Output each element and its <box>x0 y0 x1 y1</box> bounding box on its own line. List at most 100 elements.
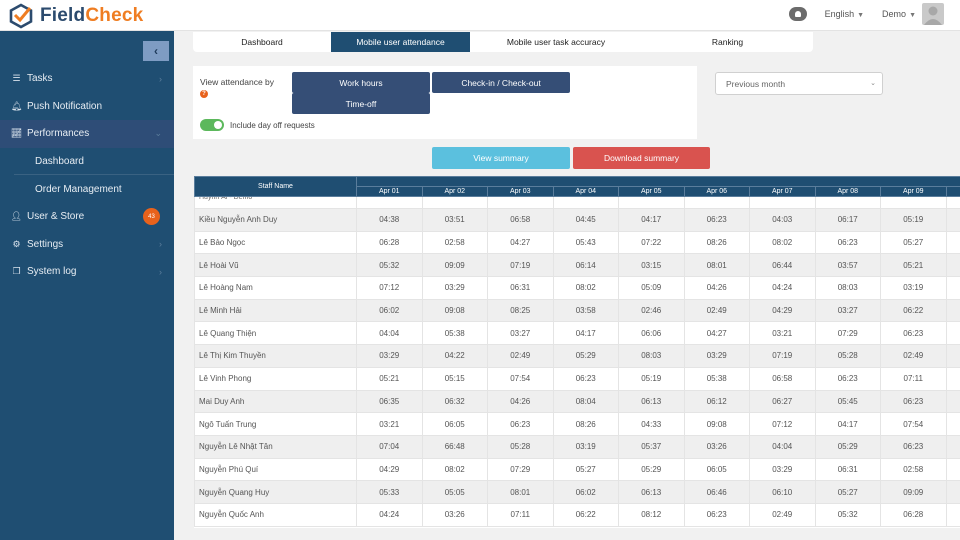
view-summary-button[interactable]: View summary <box>432 147 570 169</box>
sidebar-item-label: Push Notification <box>27 100 103 112</box>
brand-name: FieldCheck <box>40 5 144 26</box>
work-hours-cell: 66:48 <box>421 434 488 459</box>
table-row[interactable]: Lê Thị Kim Thuyền 03:29 04:22 02:49 05:29 08:… <box>194 344 960 368</box>
sidebar-subitem-order-management[interactable]: Order Management <box>0 175 174 203</box>
date-column-header[interactable]: Apr 02 <box>421 186 488 197</box>
attendance-cell <box>814 196 881 209</box>
work-hours-cell: 02:45 <box>945 389 960 414</box>
work-hours-cell: 04:27 <box>487 230 554 255</box>
sidebar-item-push-notification[interactable]: 🔔︎ Push Notification <box>0 93 174 121</box>
table-row[interactable]: Ngô Tuấn Trung 03:21 06:05 06:23 08:26 04:33 0… <box>194 412 960 436</box>
tab-mobile-user-task-accuracy[interactable]: Mobile user task accuracy <box>470 32 642 52</box>
date-column-header[interactable]: Apr 03 <box>487 186 554 197</box>
avatar[interactable] <box>922 3 944 25</box>
work-hours-cell: 07:12 <box>356 276 423 300</box>
date-column-header[interactable]: Apr 05 <box>618 186 685 197</box>
fieldcheck-logo[interactable]: FieldCheck <box>8 3 143 29</box>
staff-name-cell: Nguyễn Quang Huy <box>194 480 357 504</box>
sidebar-item-user-store[interactable]: 👤︎ User & Store 43 <box>0 203 174 231</box>
check-in-check-out-button[interactable]: Check-in / Check-out <box>432 72 570 93</box>
work-hours-button[interactable]: Work hours <box>292 72 430 93</box>
work-hours-cell: 05:27 <box>814 480 881 504</box>
help-icon[interactable]: ? <box>200 90 208 98</box>
work-hours-cell: 08:26 <box>552 412 619 436</box>
work-hours-cell: 03:27 <box>487 321 554 346</box>
staff-name-header[interactable]: Staff Name <box>194 176 357 197</box>
table-row[interactable]: Nguyễn Lê Nhật Tân 07:04 66:48 05:28 03:19 05… <box>194 434 960 459</box>
period-select[interactable]: Previous month ⌄ <box>715 72 883 95</box>
work-hours-cell: 08:12 <box>618 502 685 527</box>
date-column-header[interactable]: Apr 08 <box>814 186 881 197</box>
staff-name-cell: Lê Bảo Ngọc <box>194 230 357 255</box>
work-hours-cell: 06:05 <box>421 412 488 436</box>
table-row[interactable]: Nguyễn Quốc Anh 04:24 03:26 07:11 06:22 08:12… <box>194 502 960 527</box>
work-hours-cell: 06:23 <box>552 366 619 391</box>
work-hours-cell: 06:23 <box>487 412 554 436</box>
work-hours-cell: 04:24 <box>356 502 423 527</box>
sidebar-item-label: Tasks <box>27 73 53 85</box>
date-group-header <box>356 176 960 187</box>
staff-name-cell: Lê Minh Hải <box>194 298 357 323</box>
tab-mobile-user-attendance[interactable]: Mobile user attendance <box>331 32 470 52</box>
work-hours-cell: 08:03 <box>618 344 685 368</box>
work-hours-cell: 07:22 <box>618 230 685 255</box>
work-hours-cell: 07:12 <box>749 412 816 436</box>
work-hours-cell: 03:17 <box>945 344 960 368</box>
work-hours-cell: 05:33 <box>356 480 423 504</box>
include-day-off-toggle[interactable] <box>200 119 224 131</box>
sidebar-item-performances[interactable]: 📈︎ Performances ⌄ <box>0 120 174 148</box>
work-hours-cell: 05:29 <box>618 457 685 482</box>
download-summary-button[interactable]: Download summary <box>573 147 710 169</box>
user-menu[interactable]: Demo ▼ <box>882 9 916 19</box>
date-column-header[interactable]: Apr 01 <box>356 186 423 197</box>
work-hours-cell: 05:19 <box>618 366 685 391</box>
date-column-header[interactable]: Apr 04 <box>552 186 619 197</box>
staff-name-cell: Nguyễn Quốc Anh <box>194 502 357 527</box>
include-day-off-label: Include day off requests <box>230 121 315 130</box>
date-column-header[interactable]: Apr 07 <box>749 186 816 197</box>
attendance-cell <box>749 196 816 209</box>
date-column-header[interactable]: Apr 06 <box>683 186 750 197</box>
table-row[interactable]: Lê Quang Thiện 04:04 05:38 03:27 04:17 06:06 0… <box>194 321 960 346</box>
caret-down-icon: ▼ <box>857 12 865 19</box>
language-selector[interactable]: English ▼ <box>825 9 864 19</box>
work-hours-cell: 06:23 <box>945 230 960 255</box>
table-row[interactable]: Lê Hoài Vũ 05:32 09:09 07:19 06:14 03:15 08:01… <box>194 253 960 278</box>
sidebar-item-label: Performances <box>27 128 90 140</box>
tab-dashboard[interactable]: Dashboard <box>193 32 331 52</box>
attendance-cell <box>618 196 685 209</box>
table-row[interactable]: Mai Duy Anh 06:35 06:32 04:26 08:04 06:13 06:1… <box>194 389 960 414</box>
table-row[interactable]: Lê Vinh Phong 05:21 05:15 07:54 06:23 05:19 05… <box>194 366 960 391</box>
table-row[interactable]: Kiều Nguyễn Anh Duy 04:38 03:51 06:58 04:45 0… <box>194 208 960 232</box>
work-hours-cell: 06:28 <box>356 230 423 255</box>
work-hours-cell: 06:23 <box>814 230 881 255</box>
work-hours-cell: 06:06 <box>618 321 685 346</box>
sidebar-subitem-dashboard[interactable]: Dashboard <box>14 148 174 176</box>
time-off-button[interactable]: Time-off <box>292 93 430 114</box>
work-hours-cell: 05:38 <box>421 321 488 346</box>
table-row[interactable]: Nguyễn Quang Huy 05:33 05:05 08:01 06:02 06:1… <box>194 480 960 504</box>
list-icon: ☰ <box>12 73 21 84</box>
sidebar-item-settings[interactable]: ⚙ Settings › <box>0 231 174 259</box>
view-attendance-by-label: View attendance by <box>200 77 275 87</box>
sidebar-item-tasks[interactable]: ☰ Tasks › <box>0 65 174 93</box>
notification-bell-icon[interactable] <box>788 7 807 21</box>
sidebar-item-label: System log <box>27 266 77 278</box>
table-row[interactable]: Lê Bảo Ngọc 06:28 02:58 04:27 05:43 07:22 08:2… <box>194 230 960 255</box>
work-hours-cell: 06:48 <box>945 321 960 346</box>
table-row[interactable]: Lê Minh Hải 06:02 09:08 08:25 03:58 02:46 02:4… <box>194 298 960 323</box>
attendance-table-container[interactable]: Staff Name Apr 01 Apr 02 Apr 03 Apr 04 Apr 0… <box>194 176 960 528</box>
work-hours-cell: 03:57 <box>814 253 881 278</box>
table-row[interactable]: Lê Hoàng Nam 07:12 03:29 06:31 08:02 05:09 04:… <box>194 276 960 300</box>
date-column-header[interactable]: Apr 10 <box>945 186 960 197</box>
work-hours-cell: 06:46 <box>683 480 750 504</box>
work-hours-cell: 03:29 <box>421 276 488 300</box>
chevron-down-icon: ⌄ <box>870 80 876 87</box>
table-row[interactable]: Nguyễn Phú Quí 04:29 08:02 07:29 05:27 05:29 0… <box>194 457 960 482</box>
date-column-header[interactable]: Apr 09 <box>880 186 947 197</box>
work-hours-cell: 04:17 <box>552 321 619 346</box>
work-hours-cell: 05:32 <box>814 502 881 527</box>
sidebar-item-system-log[interactable]: ❐ System log › <box>0 258 174 286</box>
sidebar-collapse-button[interactable]: ‹ <box>143 41 169 61</box>
tab-ranking[interactable]: Ranking <box>642 32 813 52</box>
